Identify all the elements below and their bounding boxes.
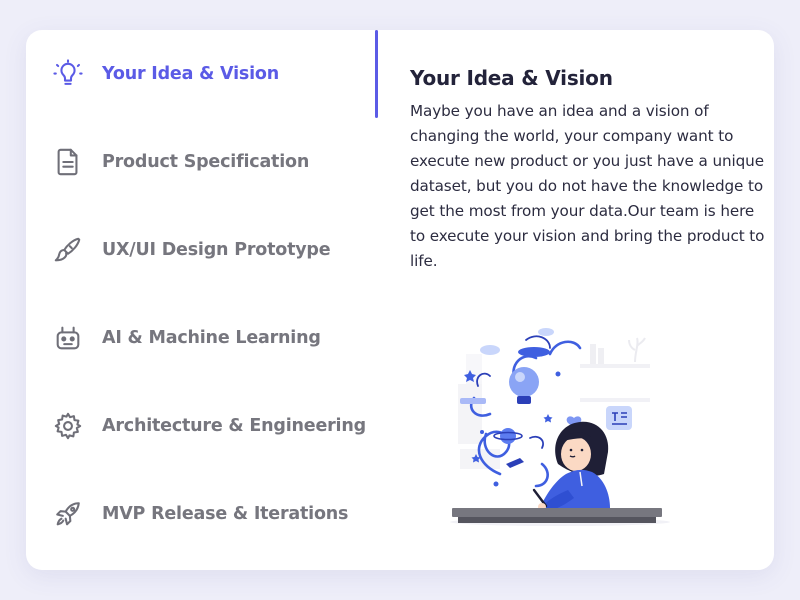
brush-icon — [52, 234, 84, 266]
panel-title: Your Idea & Vision — [410, 66, 613, 90]
tab-mvp-release-iterations[interactable]: MVP Release & Iterations — [26, 470, 378, 558]
robot-icon — [52, 322, 84, 354]
tab-panel: Your Idea & Vision Maybe you have an ide… — [410, 66, 766, 274]
woman-thinking-illustration — [450, 328, 670, 526]
tab-label: Your Idea & Vision — [102, 64, 279, 84]
gear-icon — [52, 410, 84, 442]
tab-ux-ui-design-prototype[interactable]: UX/UI Design Prototype — [26, 206, 378, 294]
active-tab-indicator — [375, 30, 378, 118]
panel-description: Maybe you have an idea and a vision of c… — [410, 102, 765, 270]
tab-product-specification[interactable]: Product Specification — [26, 118, 378, 206]
tab-your-idea-vision[interactable]: Your Idea & Vision — [26, 30, 378, 118]
service-tabs: Your Idea & Vision Product Specification — [26, 30, 378, 570]
tab-label: UX/UI Design Prototype — [102, 240, 331, 260]
document-icon — [52, 146, 84, 178]
tab-ai-machine-learning[interactable]: AI & Machine Learning — [26, 294, 378, 382]
services-card: Your Idea & Vision Product Specification — [26, 30, 774, 570]
lightbulb-icon — [52, 58, 84, 90]
tab-label: Product Specification — [102, 152, 310, 172]
tab-architecture-engineering[interactable]: Architecture & Engineering — [26, 382, 378, 470]
tab-label: AI & Machine Learning — [102, 328, 321, 348]
rocket-icon — [52, 498, 84, 530]
tab-label: Architecture & Engineering — [102, 416, 366, 436]
tab-label: MVP Release & Iterations — [102, 504, 349, 524]
